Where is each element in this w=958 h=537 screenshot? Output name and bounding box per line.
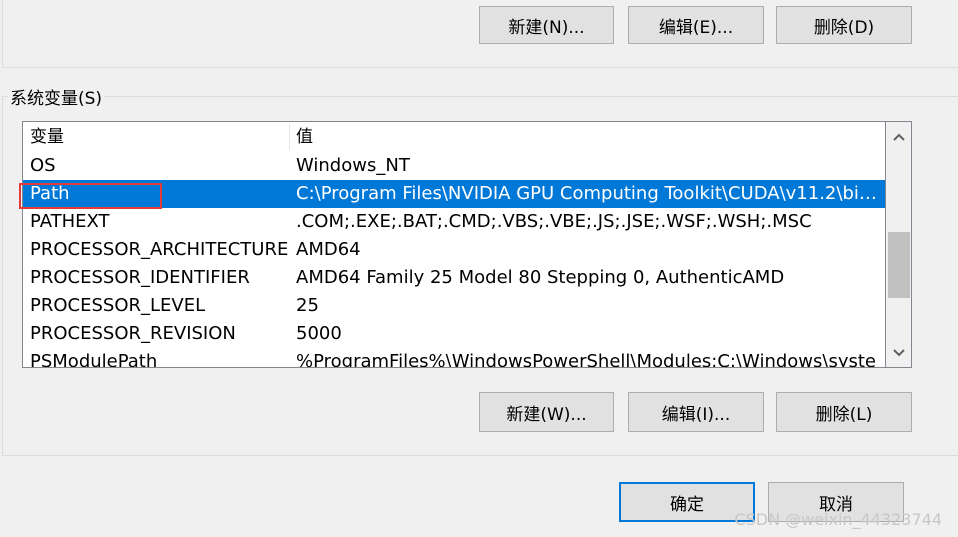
variable-name: PROCESSOR_LEVEL (30, 295, 206, 316)
variable-name: PROCESSOR_ARCHITECTURE (30, 239, 289, 260)
table-row[interactable]: PATHEXT .COM;.EXE;.BAT;.CMD;.VBS;.VBE;.JS… (23, 208, 885, 236)
variable-name: PSModulePath (30, 351, 158, 368)
table-row[interactable]: PROCESSOR_REVISION 5000 (23, 320, 885, 348)
variable-value: .COM;.EXE;.BAT;.CMD;.VBS;.VBE;.JS;.JSE;.… (296, 211, 812, 232)
column-header-variable[interactable]: 变量 (30, 122, 64, 152)
system-variables-legend: 系统变量(S) (8, 84, 105, 109)
watermark: CSDN @weixin_44323744 (734, 510, 942, 529)
chevron-up-icon[interactable] (886, 124, 912, 150)
variable-value: AMD64 Family 25 Model 80 Stepping 0, Aut… (296, 267, 785, 288)
system-delete-button[interactable]: 删除(L) (776, 392, 912, 432)
scrollbar-thumb[interactable] (888, 232, 910, 298)
system-variables-list[interactable]: 变量 值 OS Windows_NT Path C:\Program Files\NV… (22, 121, 886, 368)
variable-value: AMD64 (296, 239, 361, 260)
user-delete-button[interactable]: 删除(D) (776, 6, 912, 44)
column-separator[interactable] (289, 124, 290, 150)
variable-name: PROCESSOR_IDENTIFIER (30, 267, 250, 288)
variable-value: C:\Program Files\NVIDIA GPU Computing To… (296, 183, 882, 204)
variable-name: PROCESSOR_REVISION (30, 323, 236, 344)
system-edit-button[interactable]: 编辑(I)... (628, 392, 764, 432)
list-scrollbar[interactable] (886, 121, 912, 368)
variable-value: %ProgramFiles%\WindowsPowerShell\Modules… (296, 351, 877, 368)
table-row[interactable]: PSModulePath %ProgramFiles%\WindowsPowerS… (23, 348, 885, 368)
table-row[interactable]: PROCESSOR_IDENTIFIER AMD64 Family 25 Mode… (23, 264, 885, 292)
path-highlight-box (19, 183, 162, 209)
system-new-button[interactable]: 新建(W)... (479, 392, 614, 432)
user-new-button[interactable]: 新建(N)... (479, 6, 614, 44)
variable-name: OS (30, 155, 56, 176)
variable-name: PATHEXT (30, 211, 110, 232)
list-header: 变量 值 (23, 122, 885, 152)
table-row[interactable]: PROCESSOR_LEVEL 25 (23, 292, 885, 320)
chevron-down-icon[interactable] (886, 340, 912, 366)
column-header-value[interactable]: 值 (296, 122, 313, 152)
variable-value: 25 (296, 295, 319, 316)
variable-value: Windows_NT (296, 155, 410, 176)
table-row[interactable]: OS Windows_NT (23, 152, 885, 180)
table-row[interactable]: PROCESSOR_ARCHITECTURE AMD64 (23, 236, 885, 264)
user-edit-button[interactable]: 编辑(E)... (628, 6, 764, 44)
variable-value: 5000 (296, 323, 342, 344)
